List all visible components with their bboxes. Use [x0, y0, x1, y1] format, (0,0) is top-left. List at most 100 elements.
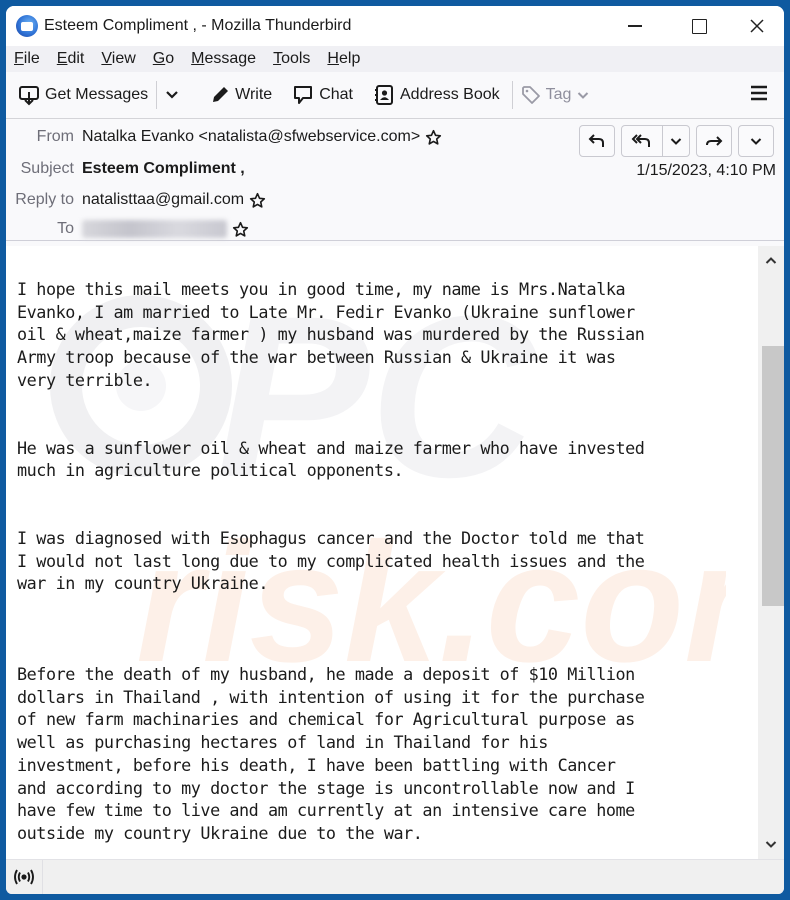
address-book-icon [375, 85, 393, 105]
scroll-up-button[interactable] [758, 252, 784, 270]
minimize-icon [628, 25, 642, 27]
status-bar [6, 859, 784, 894]
message-header: From Natalka Evanko <natalista@sfwebserv… [6, 119, 784, 241]
address-book-label: Address Book [400, 86, 500, 103]
more-segment[interactable] [739, 126, 773, 156]
minimize-button[interactable] [612, 6, 658, 46]
chevron-down-icon [578, 91, 589, 99]
star-icon[interactable] [232, 221, 249, 238]
get-messages-label: Get Messages [45, 86, 149, 103]
tag-icon [521, 86, 540, 104]
menu-edit-label: dit [67, 50, 85, 67]
menu-tools[interactable]: Tools [273, 50, 310, 68]
menu-message-accel: M [191, 50, 205, 67]
menu-go-accel: G [152, 50, 166, 67]
menu-message[interactable]: Message [191, 50, 256, 68]
menu-help-accel: H [327, 50, 339, 67]
message-paragraph: He was a sunflower oil & wheat and maize… [17, 437, 645, 481]
maximize-button[interactable] [676, 6, 722, 46]
menu-edit-accel: E [56, 50, 68, 67]
message-body: PC risk.com I hope this mail meets you i… [6, 246, 784, 860]
tag-label: Tag [545, 86, 572, 103]
subject-row: Subject Esteem Compliment , [6, 157, 245, 181]
get-messages-icon [19, 86, 39, 106]
chevron-down-icon [670, 137, 682, 145]
toolbar-separator [156, 81, 158, 109]
menu-bar: File Edit View Go Message Tools Help [6, 46, 784, 72]
chat-button[interactable]: Chat [286, 78, 359, 112]
menu-file-accel: F [14, 50, 24, 67]
message-paragraph: I was diagnosed with Esophagus cancer an… [17, 527, 645, 594]
menu-go[interactable]: Go [153, 50, 174, 68]
reply-segment[interactable] [580, 126, 614, 156]
reply-to-value[interactable]: natalisttaa@gmail.com [82, 191, 244, 209]
menu-tools-label: ools [281, 50, 311, 67]
chevron-down-icon [765, 841, 777, 848]
menu-view[interactable]: View [101, 50, 135, 68]
main-toolbar: Get Messages Write Chat Address Book Tag [6, 72, 784, 119]
message-paragraph: Before the death of my husband, he made … [17, 664, 645, 843]
chevron-up-icon [765, 257, 777, 264]
online-status-icon [14, 869, 34, 885]
reply-icon [588, 134, 604, 147]
menu-message-label: essage [204, 50, 257, 67]
reply-all-dropdown[interactable] [662, 126, 689, 156]
chevron-down-icon [750, 137, 762, 145]
menu-edit[interactable]: Edit [57, 50, 85, 68]
address-book-button[interactable]: Address Book [367, 78, 506, 112]
reply-button[interactable] [579, 125, 615, 157]
star-icon[interactable] [425, 129, 442, 146]
from-row: From Natalka Evanko <natalista@sfwebserv… [6, 125, 442, 149]
menu-file[interactable]: File [14, 50, 40, 68]
to-row: To thomas@pcrisk.com [6, 217, 249, 241]
more-button[interactable] [738, 125, 774, 157]
app-menu-button[interactable] [750, 84, 768, 107]
title-bar: Esteem Compliment , - Mozilla Thunderbir… [6, 6, 784, 46]
from-label: From [36, 128, 74, 145]
to-label: To [57, 220, 74, 237]
scrollbar-thumb[interactable] [762, 346, 784, 606]
online-status-button[interactable] [6, 860, 43, 894]
forward-button[interactable] [696, 125, 732, 157]
menu-view-accel: V [101, 50, 112, 67]
get-messages-button[interactable]: Get Messages [12, 78, 154, 112]
forward-segment[interactable] [697, 126, 731, 156]
menu-file-label: ile [23, 50, 40, 67]
pencil-icon [213, 87, 229, 102]
toolbar-separator [511, 81, 513, 109]
tag-button[interactable]: Tag [515, 78, 601, 112]
close-button[interactable] [734, 6, 780, 46]
reply-all-button[interactable] [621, 125, 690, 157]
menu-tools-accel: T [273, 50, 282, 67]
subject-value: Esteem Compliment , [82, 160, 245, 177]
maximize-icon [691, 18, 707, 34]
reply-to-label: Reply to [15, 191, 74, 208]
close-icon [750, 19, 764, 33]
reply-all-icon [631, 134, 650, 147]
menu-view-label: iew [111, 50, 136, 67]
chat-icon [294, 86, 313, 104]
scroll-down-button[interactable] [758, 836, 784, 854]
vertical-scrollbar[interactable] [758, 246, 784, 860]
write-label: Write [235, 86, 273, 103]
hamburger-menu-icon [751, 85, 767, 101]
message-text: I hope this mail meets you in good time,… [17, 278, 757, 845]
menu-help-label: elp [338, 50, 361, 67]
forward-arrow-icon [706, 136, 723, 146]
from-value[interactable]: Natalka Evanko <natalista@sfwebservice.c… [82, 128, 420, 146]
reply-all-segment[interactable] [622, 126, 662, 156]
get-messages-dropdown[interactable] [159, 78, 190, 112]
message-paragraph: I hope this mail meets you in good time,… [17, 279, 645, 390]
thunderbird-logo-icon [16, 15, 38, 37]
subject-label: Subject [20, 160, 74, 177]
chevron-down-icon [166, 91, 178, 99]
message-date: 1/15/2023, 4:10 PM [636, 162, 776, 179]
menu-go-label: o [165, 50, 175, 67]
to-value-redacted[interactable]: thomas@pcrisk.com [82, 220, 228, 238]
chat-label: Chat [319, 86, 353, 103]
write-button[interactable]: Write [204, 78, 278, 112]
menu-help[interactable]: Help [327, 50, 360, 68]
header-actions [573, 125, 774, 157]
star-icon[interactable] [249, 192, 266, 209]
window-title: Esteem Compliment , - Mozilla Thunderbir… [44, 17, 352, 34]
